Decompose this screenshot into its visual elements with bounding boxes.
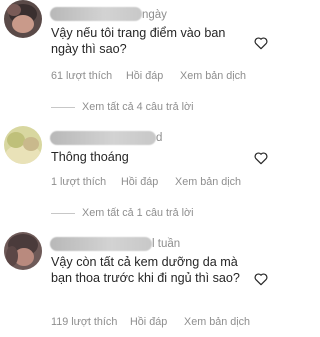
comment-time: d xyxy=(156,132,163,144)
comment-text: Vậy còn tất cả kem dưỡng da mà bạn thoa … xyxy=(51,255,240,285)
username-redacted[interactable] xyxy=(50,131,156,145)
like-count[interactable]: 61 lượt thích xyxy=(51,70,112,82)
view-replies-button[interactable]: Xem tất cả 1 câu trả lời xyxy=(51,207,194,219)
avatar[interactable] xyxy=(4,0,42,38)
avatar[interactable] xyxy=(4,232,42,270)
like-count[interactable]: 119 lượt thích xyxy=(51,316,117,328)
translate-button[interactable]: Xem bản dịch xyxy=(184,316,250,328)
avatar[interactable] xyxy=(4,126,42,164)
view-replies-button[interactable]: Xem tất cả 4 câu trả lời xyxy=(51,101,194,113)
view-replies-label: Xem tất cả 4 câu trả lời xyxy=(82,101,194,113)
comment-text: Vậy nếu tôi trang điểm vào ban ngày thì … xyxy=(51,26,226,56)
divider-line xyxy=(51,106,75,108)
username-redacted[interactable] xyxy=(50,237,152,251)
comment-time: l tuần xyxy=(152,238,181,250)
like-count[interactable]: 1 lượt thích xyxy=(51,176,106,188)
divider-line xyxy=(51,212,75,214)
heart-outline-icon[interactable] xyxy=(253,271,269,287)
translate-button[interactable]: Xem bản dịch xyxy=(180,70,246,82)
username-redacted[interactable] xyxy=(50,7,142,21)
comment-text: Thông thoáng xyxy=(51,150,129,164)
heart-outline-icon[interactable] xyxy=(253,35,269,51)
translate-button[interactable]: Xem bản dịch xyxy=(175,176,241,188)
view-replies-label: Xem tất cả 1 câu trả lời xyxy=(82,207,194,219)
reply-button[interactable]: Hồi đáp xyxy=(130,316,167,328)
reply-button[interactable]: Hồi đáp xyxy=(121,176,158,188)
heart-outline-icon[interactable] xyxy=(253,150,269,166)
reply-button[interactable]: Hồi đáp xyxy=(126,70,163,82)
comment-time: ngày xyxy=(142,9,167,21)
